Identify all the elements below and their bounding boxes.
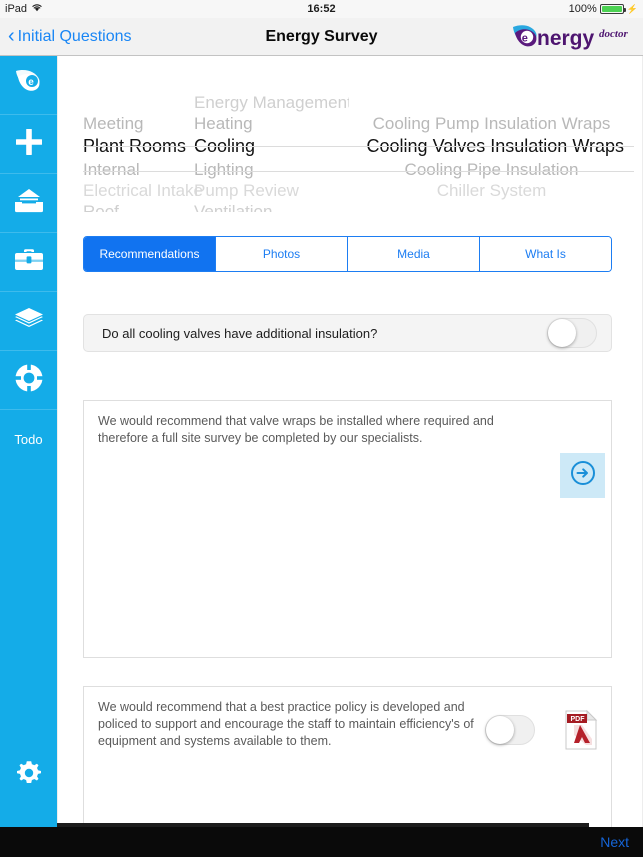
plus-icon bbox=[14, 127, 44, 162]
next-button[interactable]: Next bbox=[600, 827, 629, 857]
picker-row[interactable]: Pump Review bbox=[194, 180, 349, 201]
picker-column-location[interactable]: Meeting Plant Rooms Internal Electrical … bbox=[83, 92, 203, 212]
svg-text:e: e bbox=[522, 32, 528, 44]
picker-row[interactable]: Cooling Pipe Insulation bbox=[349, 159, 634, 180]
sidebar-item-add[interactable] bbox=[0, 115, 57, 174]
tab-media[interactable]: Media bbox=[348, 237, 480, 271]
status-bar-right: 100% ⚡ bbox=[569, 0, 638, 18]
pdf-attachment-button[interactable]: PDF bbox=[563, 709, 599, 751]
sidebar-settings-button[interactable] bbox=[0, 751, 57, 799]
picker-row[interactable]: Roof bbox=[83, 201, 203, 212]
recommendation-text-1: We would recommend that valve wraps be i… bbox=[98, 414, 494, 445]
picker-column-item[interactable]: Cooling Pump Insulation Wraps Cooling Va… bbox=[349, 92, 634, 212]
battery-percent-label: 100% bbox=[568, 3, 597, 15]
layers-stack-icon bbox=[13, 306, 45, 337]
recommendation-card-1: We would recommend that valve wraps be i… bbox=[83, 400, 612, 658]
question-toggle[interactable] bbox=[547, 318, 597, 348]
status-bar-clock: 16:52 bbox=[307, 3, 336, 15]
navigation-bar: ‹ Initial Questions Energy Survey e nerg… bbox=[0, 18, 643, 56]
tab-what-is-label: What Is bbox=[525, 247, 566, 261]
life-ring-icon bbox=[14, 363, 44, 398]
picker-row[interactable] bbox=[349, 92, 634, 113]
picker-row[interactable]: Ventilation bbox=[194, 201, 349, 212]
brand-logo: e nergy doctor bbox=[507, 22, 637, 52]
picker-row[interactable]: Electrical Intake bbox=[83, 180, 203, 201]
energy-doctor-logo-icon: e bbox=[12, 68, 46, 103]
picker-row[interactable]: Energy Management bbox=[194, 92, 349, 113]
sidebar-item-home[interactable]: e bbox=[0, 56, 57, 115]
segmented-control: Recommendations Photos Media What Is bbox=[83, 236, 612, 272]
tab-photos[interactable]: Photos bbox=[216, 237, 348, 271]
lightning-bolt-icon: ⚡ bbox=[626, 4, 638, 14]
toggle-knob bbox=[548, 319, 576, 347]
inbox-tray-icon bbox=[13, 188, 45, 219]
pdf-file-icon: PDF bbox=[563, 709, 599, 755]
svg-text:PDF: PDF bbox=[571, 716, 586, 723]
picker-column-category[interactable]: Energy Management Heating Cooling Lighti… bbox=[194, 92, 349, 212]
picker-row[interactable]: Chiller System bbox=[349, 180, 634, 201]
question-row: Do all cooling valves have additional in… bbox=[83, 314, 612, 352]
survey-picker[interactable]: Meeting Plant Rooms Internal Electrical … bbox=[83, 92, 634, 212]
picker-row[interactable]: Cooling Pump Insulation Wraps bbox=[349, 113, 634, 134]
picker-row[interactable]: Heating bbox=[194, 113, 349, 134]
battery-icon bbox=[599, 4, 626, 14]
svg-text:e: e bbox=[28, 77, 34, 88]
tab-recommendations-label: Recommendations bbox=[99, 247, 200, 261]
content-left-rule bbox=[57, 56, 58, 827]
gear-icon bbox=[14, 758, 44, 793]
picker-row[interactable]: Lighting bbox=[194, 159, 349, 180]
sidebar-item-tools[interactable] bbox=[0, 233, 57, 292]
tab-what-is[interactable]: What Is bbox=[480, 237, 611, 271]
arrow-right-circle-icon bbox=[570, 460, 596, 491]
picker-selection-line-bottom bbox=[83, 171, 634, 172]
svg-text:doctor: doctor bbox=[599, 28, 628, 40]
sidebar: e Todo bbox=[0, 56, 57, 827]
picker-row[interactable]: Meeting bbox=[83, 113, 203, 134]
bottom-toolbar: Next bbox=[0, 827, 643, 857]
sidebar-item-todo-label: Todo bbox=[14, 432, 43, 447]
svg-text:nergy: nergy bbox=[537, 27, 595, 50]
toolbox-icon bbox=[13, 247, 45, 278]
tab-media-label: Media bbox=[397, 247, 430, 261]
app-root: iPad 16:52 100% ⚡ ‹ Initial Questions En… bbox=[0, 0, 643, 857]
status-bar: iPad 16:52 100% ⚡ bbox=[0, 0, 643, 18]
sidebar-item-support[interactable] bbox=[0, 351, 57, 410]
sidebar-item-todo[interactable]: Todo bbox=[0, 410, 57, 469]
question-label: Do all cooling valves have additional in… bbox=[102, 325, 378, 341]
toggle-knob bbox=[486, 716, 514, 744]
recommendation-text-2: We would recommend that a best practice … bbox=[98, 700, 474, 748]
picker-row[interactable] bbox=[83, 92, 203, 113]
picker-selection-line-top bbox=[83, 146, 634, 147]
sidebar-item-inbox[interactable] bbox=[0, 174, 57, 233]
main-content: Meeting Plant Rooms Internal Electrical … bbox=[57, 56, 643, 857]
recommendation-action-button-1[interactable] bbox=[560, 453, 605, 498]
tab-recommendations[interactable]: Recommendations bbox=[84, 237, 216, 271]
recommendation-toggle-2[interactable] bbox=[485, 715, 535, 745]
tab-photos-label: Photos bbox=[262, 247, 301, 261]
sidebar-item-layers[interactable] bbox=[0, 292, 57, 351]
picker-row[interactable]: Internal bbox=[83, 159, 203, 180]
